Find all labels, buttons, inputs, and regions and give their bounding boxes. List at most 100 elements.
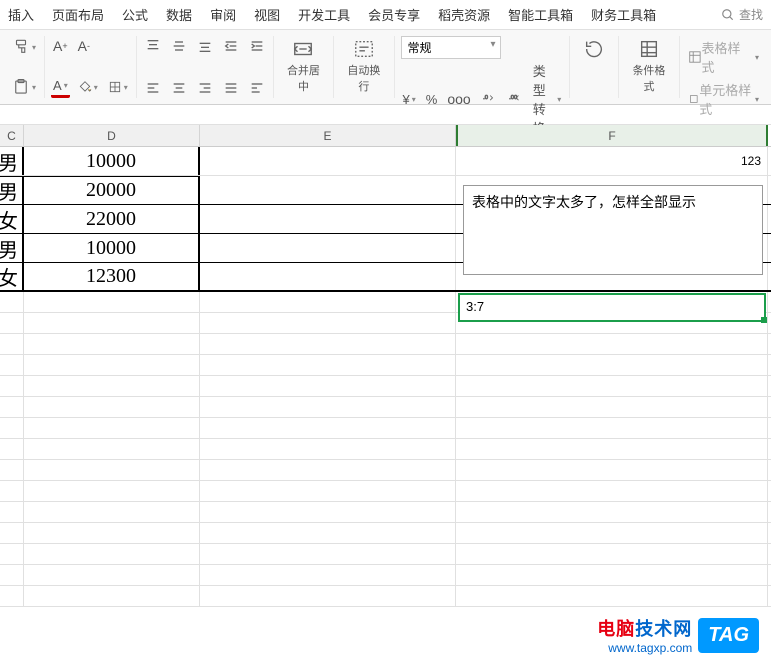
increase-font-icon[interactable]: A+ <box>51 36 70 56</box>
cell-d[interactable]: 22000 <box>24 205 200 233</box>
align-top-icon[interactable] <box>143 36 163 56</box>
cell-style-icon <box>688 92 700 106</box>
col-header-d[interactable]: D <box>24 125 200 146</box>
table-style-button[interactable]: 表格样式▾ <box>686 36 761 78</box>
spreadsheet-grid[interactable]: C D E F 男 10000 123 男 20000 女 22000 男 10… <box>0 125 771 607</box>
clipboard-group: ▾ ▾ <box>4 36 45 98</box>
tab-page-layout[interactable]: 页面布局 <box>52 5 104 24</box>
watermark-url: www.tagxp.com <box>608 641 692 655</box>
tab-view[interactable]: 视图 <box>254 5 280 24</box>
table-row[interactable] <box>0 439 771 460</box>
justify-icon[interactable] <box>221 78 241 98</box>
ribbon-tabs: 插入 页面布局 公式 数据 审阅 视图 开发工具 会员专享 稻壳资源 智能工具箱… <box>0 0 771 30</box>
cell-e[interactable] <box>200 147 456 175</box>
align-left-icon[interactable] <box>143 78 163 98</box>
table-row[interactable] <box>0 355 771 376</box>
cell-e[interactable] <box>200 263 456 290</box>
cond-format-group: 条件格式 <box>619 36 679 98</box>
search-button[interactable]: 查找 <box>721 6 763 23</box>
cell-c[interactable]: 男 <box>0 147 24 175</box>
tab-member[interactable]: 会员专享 <box>368 5 420 24</box>
fill-color-icon[interactable]: ▾ <box>76 78 100 96</box>
align-bottom-icon[interactable] <box>195 36 215 56</box>
align-middle-icon[interactable] <box>169 36 189 56</box>
table-row[interactable] <box>0 502 771 523</box>
table-row[interactable] <box>0 334 771 355</box>
style-group: 表格样式▾ 单元格样式▾ <box>680 36 767 98</box>
tab-smart-tools[interactable]: 智能工具箱 <box>508 5 573 24</box>
table-row[interactable] <box>0 460 771 481</box>
col-header-e[interactable]: E <box>200 125 456 146</box>
cell-e[interactable] <box>200 205 456 233</box>
table-row[interactable] <box>0 523 771 544</box>
cond-format-button[interactable]: 条件格式 <box>625 36 672 96</box>
cell-d[interactable]: 10000 <box>24 234 200 262</box>
indent-right-icon[interactable] <box>247 36 267 56</box>
tab-resources[interactable]: 稻壳资源 <box>438 5 490 24</box>
border-icon[interactable]: ▾ <box>106 78 130 96</box>
font-color-icon[interactable]: A▾ <box>51 76 70 98</box>
wrap-group: 自动换行 <box>334 36 394 98</box>
table-row[interactable] <box>0 397 771 418</box>
table-row[interactable]: 男 10000 123 <box>0 147 771 176</box>
table-row[interactable] <box>0 376 771 397</box>
col-header-f[interactable]: F <box>456 125 768 146</box>
comma-icon[interactable]: ooo <box>445 89 472 109</box>
formula-bar[interactable] <box>0 105 771 125</box>
wrap-text-button[interactable]: 自动换行 <box>340 36 387 96</box>
cell-c[interactable]: 女 <box>0 263 24 290</box>
percent-icon[interactable]: % <box>424 90 440 109</box>
tab-formula[interactable]: 公式 <box>122 5 148 24</box>
cell-c[interactable]: 男 <box>0 234 24 262</box>
merge-icon <box>291 38 315 60</box>
table-row[interactable] <box>0 481 771 502</box>
cell-f[interactable]: 123 <box>456 147 768 175</box>
decrease-decimal-icon[interactable]: .00 <box>505 90 525 108</box>
cell-e[interactable] <box>200 176 456 204</box>
wrap-icon <box>352 38 376 60</box>
paste-icon[interactable]: ▾ <box>10 76 38 98</box>
table-row[interactable] <box>0 544 771 565</box>
increase-decimal-icon[interactable]: .0 <box>479 90 499 108</box>
currency-icon[interactable]: ¥▾ <box>401 90 418 109</box>
table-row[interactable] <box>0 586 771 607</box>
tab-insert[interactable]: 插入 <box>8 5 34 24</box>
merge-center-button[interactable]: 合并居中 <box>280 36 327 96</box>
watermark-tag: TAG <box>698 618 759 653</box>
table-style-icon <box>688 50 702 64</box>
merged-cell-f[interactable]: 表格中的文字太多了，怎样全部显示 <box>463 185 763 275</box>
watermark-title: 电脑技术网 <box>597 615 692 641</box>
convert-group <box>570 36 619 98</box>
wrap-label: 自动换行 <box>346 62 381 94</box>
cell-d[interactable]: 20000 <box>24 176 200 204</box>
table-row[interactable] <box>0 565 771 586</box>
cell-d[interactable]: 10000 <box>24 147 200 175</box>
col-header-c[interactable]: C <box>0 125 24 146</box>
cond-format-icon <box>637 38 661 60</box>
fill-handle[interactable] <box>761 317 767 323</box>
align-center-icon[interactable] <box>169 78 189 98</box>
merge-label: 合并居中 <box>286 62 321 94</box>
selected-cell-value: 3:7 <box>466 299 484 314</box>
cell-style-button[interactable]: 单元格样式▾ <box>686 78 761 120</box>
orientation-icon[interactable] <box>247 78 267 98</box>
decrease-font-icon[interactable]: A- <box>76 36 92 56</box>
align-group <box>137 36 274 98</box>
rotate-button[interactable] <box>576 36 612 76</box>
number-format-select[interactable]: 常规 <box>401 36 501 59</box>
tab-devtools[interactable]: 开发工具 <box>298 5 350 24</box>
cond-format-label: 条件格式 <box>631 62 666 94</box>
tab-review[interactable]: 审阅 <box>210 5 236 24</box>
tab-data[interactable]: 数据 <box>166 5 192 24</box>
cell-d[interactable]: 12300 <box>24 263 200 290</box>
table-row[interactable] <box>0 418 771 439</box>
ribbon-toolbar: ▾ ▾ A+ A- A▾ ▾ ▾ <box>0 30 771 105</box>
tab-finance-tools[interactable]: 财务工具箱 <box>591 5 656 24</box>
indent-left-icon[interactable] <box>221 36 241 56</box>
cell-e[interactable] <box>200 234 456 262</box>
cell-c[interactable]: 女 <box>0 205 24 233</box>
selected-cell[interactable]: 3:7 <box>458 293 766 322</box>
align-right-icon[interactable] <box>195 78 215 98</box>
cell-c[interactable]: 男 <box>0 176 24 204</box>
format-painter-icon[interactable]: ▾ <box>10 36 38 58</box>
